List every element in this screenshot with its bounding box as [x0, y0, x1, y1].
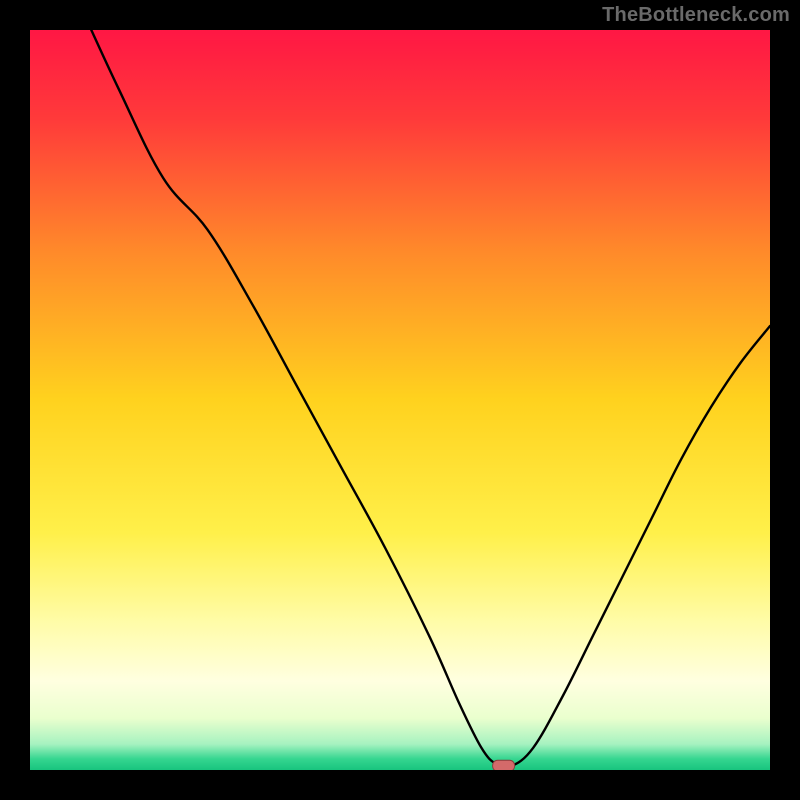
gradient-background — [30, 30, 770, 770]
watermark-text: TheBottleneck.com — [602, 4, 790, 27]
plot-svg — [30, 30, 770, 770]
plot-area — [30, 30, 770, 770]
minimum-marker — [493, 760, 515, 770]
chart-frame: TheBottleneck.com — [0, 0, 800, 800]
